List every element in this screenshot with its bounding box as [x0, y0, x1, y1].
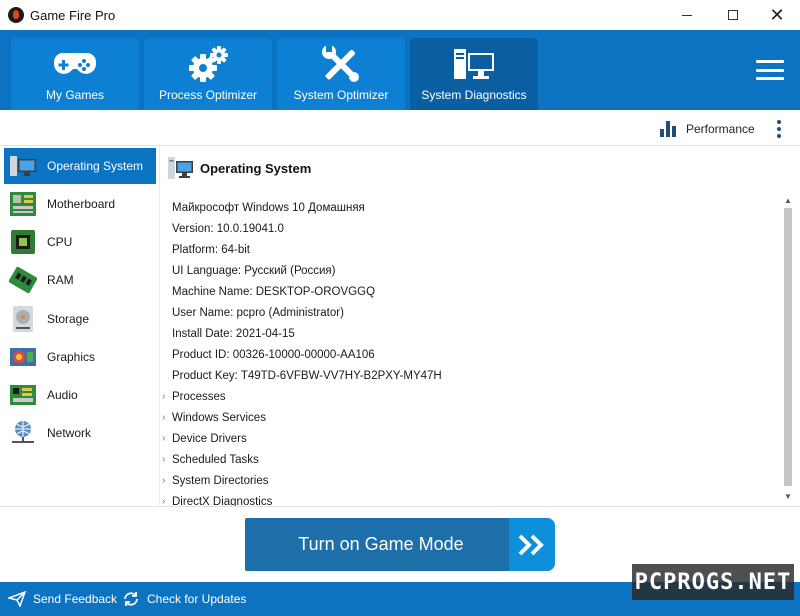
os-info-row: UI Language: Русский (Россия): [172, 264, 336, 277]
os-info-row: Майкрософт Windows 10 Домашняя: [172, 201, 365, 214]
sidebar-item-ram[interactable]: RAM: [4, 262, 156, 298]
computer-icon: [168, 156, 194, 180]
network-icon: [9, 420, 37, 446]
os-info-row: Product ID: 00326-10000-00000-AA106: [172, 348, 375, 361]
scrollbar-thumb[interactable]: [784, 208, 792, 486]
chevron-right-icon: ›: [162, 433, 166, 444]
section-label: Processes: [172, 390, 226, 403]
sidebar-item-label: Storage: [47, 312, 90, 326]
close-icon: ✕: [769, 4, 785, 25]
hamburger-icon: [756, 60, 784, 63]
motherboard-icon: [9, 191, 37, 217]
scroll-down-arrow-icon[interactable]: ▼: [782, 490, 794, 502]
menu-button[interactable]: [756, 60, 784, 80]
sidebar-item-cpu[interactable]: CPU: [4, 224, 156, 260]
bar-chart-icon: [660, 121, 678, 137]
gamepad-icon: [51, 44, 99, 84]
tab-process-optimizer[interactable]: Process Optimizer: [144, 38, 272, 110]
tab-label: My Games: [45, 88, 104, 102]
section-label: Scheduled Tasks: [172, 453, 259, 466]
os-info-row: Version: 10.0.19041.0: [172, 222, 284, 235]
details-panel: Operating System Майкрософт Windows 10 Д…: [160, 146, 800, 508]
sidebar-item-label: Audio: [47, 388, 78, 402]
expandable-section-device-drivers[interactable]: › Device Drivers: [162, 428, 772, 449]
minimize-button[interactable]: [664, 0, 710, 30]
sidebar-item-storage[interactable]: Storage: [4, 301, 156, 337]
diagnostics-sidebar: Operating System Motherboard CPU RAM Sto…: [0, 146, 160, 506]
tab-system-optimizer[interactable]: System Optimizer: [277, 38, 405, 110]
refresh-icon: [122, 591, 140, 607]
os-info-row: Install Date: 2021-04-15: [172, 327, 295, 340]
scroll-up-arrow-icon[interactable]: ▲: [782, 194, 794, 206]
tab-my-games[interactable]: My Games: [11, 38, 139, 110]
maximize-button[interactable]: [710, 0, 756, 30]
os-info-row: Product Key: T49TD-6VFBW-VV7HY-B2PXY-MY4…: [172, 369, 442, 382]
check-for-updates-label: Check for Updates: [147, 592, 247, 606]
tab-label: Process Optimizer: [158, 88, 258, 102]
toolbar: Performance: [0, 110, 800, 146]
sidebar-item-label: RAM: [47, 273, 74, 287]
send-feedback-label: Send Feedback: [33, 592, 118, 606]
vertical-scrollbar[interactable]: ▲ ▼: [782, 194, 794, 502]
performance-button[interactable]: Performance: [686, 122, 755, 136]
app-logo-icon: [8, 7, 24, 23]
main-tab-bar: My Games Process Optimizer System Optimi…: [0, 30, 800, 110]
sidebar-item-label: Network: [47, 426, 92, 440]
section-label: Device Drivers: [172, 432, 247, 445]
chevron-right-icon: ›: [162, 412, 166, 423]
sidebar-item-graphics[interactable]: Graphics: [4, 339, 156, 375]
app-title: Game Fire Pro: [30, 8, 116, 23]
check-for-updates-link[interactable]: Check for Updates: [122, 591, 246, 607]
close-button[interactable]: ✕: [754, 0, 800, 30]
os-info-row: Platform: 64-bit: [172, 243, 250, 256]
sidebar-item-network[interactable]: Network: [4, 415, 156, 451]
gears-icon: [184, 44, 232, 84]
section-label: Windows Services: [172, 411, 266, 424]
computer-icon: [450, 44, 498, 84]
game-mode-label: Turn on Game Mode: [298, 534, 464, 554]
sidebar-item-label: Graphics: [47, 350, 96, 364]
sidebar-item-label: Motherboard: [47, 197, 116, 211]
sound-card-icon: [9, 382, 37, 408]
kebab-icon: [777, 120, 781, 124]
tab-system-diagnostics[interactable]: System Diagnostics: [410, 38, 538, 110]
os-info-row: Machine Name: DESKTOP-OROVGGQ: [172, 285, 376, 298]
chevron-right-icon: ›: [162, 391, 166, 402]
chevron-right-icon: ›: [162, 475, 166, 486]
chevron-right-icon: ›: [162, 454, 166, 465]
hard-drive-icon: [9, 306, 37, 332]
double-chevron-right-icon: [509, 518, 555, 571]
expandable-section-scheduled-tasks[interactable]: › Scheduled Tasks: [162, 449, 772, 470]
maximize-icon: [728, 10, 738, 20]
tools-icon: [317, 44, 365, 84]
game-mode-button[interactable]: Turn on Game Mode: [245, 518, 555, 571]
paper-plane-icon: [8, 591, 26, 607]
expandable-section-windows-services[interactable]: › Windows Services: [162, 407, 772, 428]
cpu-icon: [9, 229, 37, 255]
graphics-card-icon: [9, 344, 37, 370]
expandable-section-processes[interactable]: › Processes: [162, 386, 772, 407]
panel-heading: Operating System: [200, 161, 312, 176]
sidebar-item-label: Operating System: [47, 159, 144, 173]
expandable-section-system-directories[interactable]: › System Directories: [162, 470, 772, 491]
sidebar-item-operating-system[interactable]: Operating System: [4, 148, 156, 184]
tab-label: System Diagnostics: [421, 88, 527, 102]
watermark: PCPROGS.NET: [632, 564, 794, 600]
os-info-list: Майкрософт Windows 10 Домашняя Version: …: [162, 197, 772, 512]
os-info-row: User Name: pcpro (Administrator): [172, 306, 344, 319]
sidebar-item-audio[interactable]: Audio: [4, 377, 156, 413]
tab-label: System Optimizer: [293, 88, 389, 102]
send-feedback-link[interactable]: Send Feedback: [8, 591, 117, 607]
sidebar-item-label: CPU: [47, 235, 73, 249]
ram-icon: [9, 267, 37, 293]
more-options-button[interactable]: [774, 120, 784, 138]
title-bar: Game Fire Pro ✕: [0, 0, 800, 30]
section-label: System Directories: [172, 474, 269, 487]
sidebar-item-motherboard[interactable]: Motherboard: [4, 186, 156, 222]
computer-icon: [9, 153, 37, 179]
minimize-icon: [682, 14, 692, 16]
